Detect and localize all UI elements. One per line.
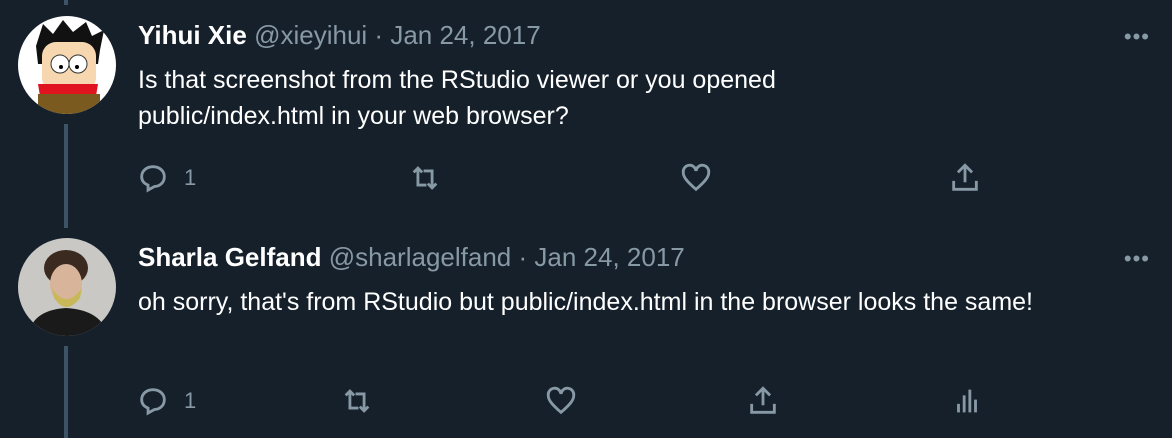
avatar[interactable] (18, 238, 116, 336)
author-name[interactable]: Yihui Xie (138, 20, 247, 50)
retweet-button[interactable] (340, 384, 374, 418)
heart-icon (681, 163, 711, 192)
avatar[interactable] (18, 16, 116, 114)
share-icon (952, 163, 978, 191)
retweet-icon (412, 166, 438, 190)
more-options-icon[interactable]: ••• (1124, 246, 1150, 272)
author-handle[interactable]: @sharlagelfand (329, 242, 512, 272)
reply-count: 1 (184, 388, 197, 413)
tweet-text: oh sorry, that's from RStudio but public… (138, 288, 1033, 316)
analytics-icon (957, 389, 977, 413)
analytics-button[interactable] (950, 384, 984, 418)
thread-line (64, 124, 68, 228)
author-handle[interactable]: @xieyihui (254, 20, 367, 50)
share-button[interactable] (948, 161, 982, 195)
reply-icon (140, 165, 166, 193)
tweet-header: Sharla Gelfand @sharlagelfand · Jan 24, … (138, 242, 685, 273)
retweet-icon (344, 389, 370, 413)
author-name[interactable]: Sharla Gelfand (138, 242, 322, 272)
reply-button[interactable]: 1 (136, 161, 196, 195)
like-button[interactable] (679, 161, 713, 195)
reply-count: 1 (184, 165, 197, 190)
thread-line (64, 346, 68, 438)
retweet-button[interactable] (408, 161, 442, 195)
share-icon (750, 386, 776, 414)
reply-button[interactable]: 1 (136, 384, 196, 418)
separator: · (518, 242, 528, 272)
separator: · (374, 20, 384, 50)
tweet-header: Yihui Xie @xieyihui · Jan 24, 2017 (138, 20, 541, 51)
share-button[interactable] (746, 384, 780, 418)
tweet-date[interactable]: Jan 24, 2017 (390, 20, 540, 50)
reply-icon (140, 388, 166, 416)
tweet-date[interactable]: Jan 24, 2017 (534, 242, 684, 272)
thread-line (64, 0, 68, 5)
like-button[interactable] (544, 384, 578, 418)
more-options-icon[interactable]: ••• (1124, 24, 1150, 50)
heart-icon (546, 386, 576, 415)
tweet-text: Is that screenshot from the RStudio view… (138, 66, 776, 130)
